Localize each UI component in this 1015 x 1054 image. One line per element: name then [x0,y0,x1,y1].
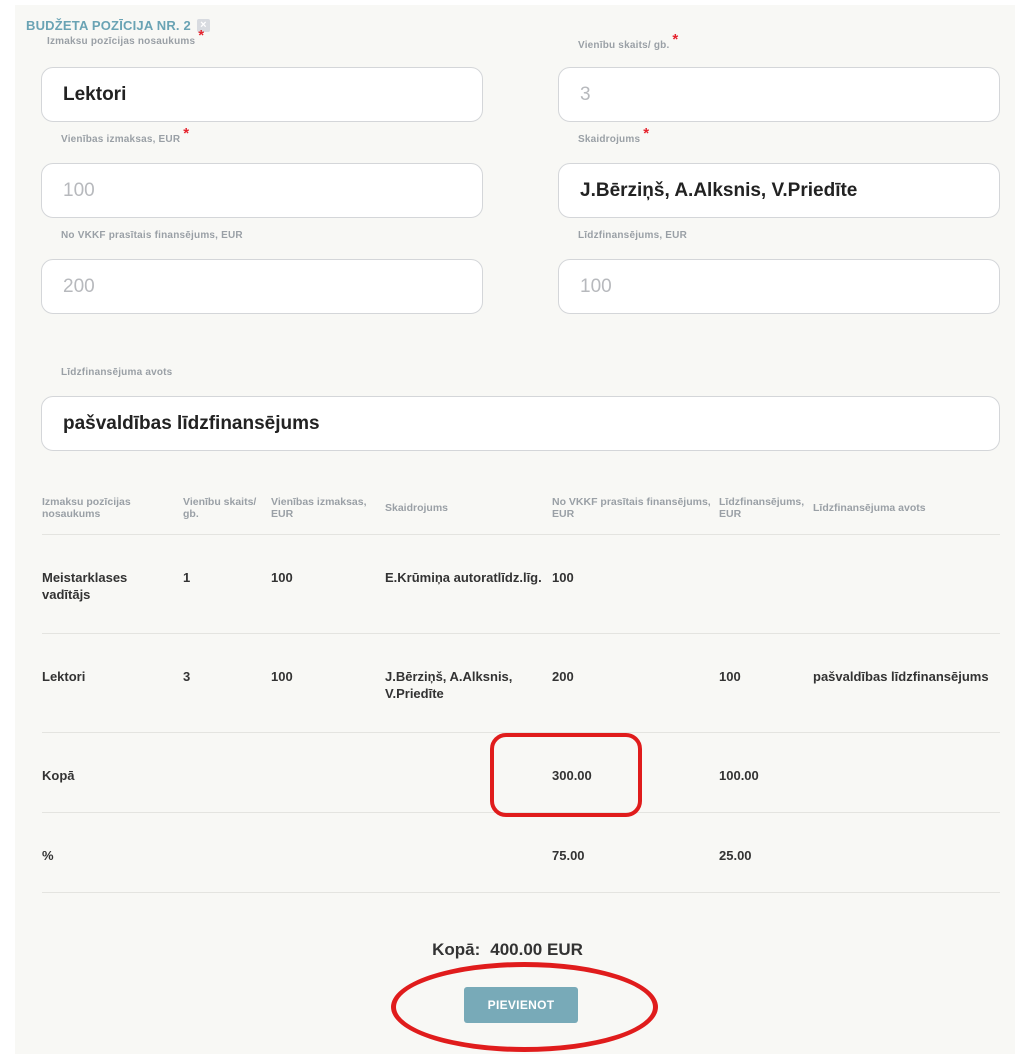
explanation-input[interactable]: J.Bērziņš, A.Alksnis, V.Priedīte [558,163,1000,218]
table-cell: 100 [271,534,385,634]
table-cell: J.Bērziņš, A.Alksnis, V.Priedīte [385,633,552,733]
table-cell: 75.00 [552,812,719,893]
item-name-label: Izmaksu pozīcijas nosaukums * [47,27,205,47]
table-cell: 1 [183,534,271,634]
header-item-name: Izmaksu pozīcijas nosaukums [42,482,183,535]
table-cell [385,812,552,893]
table-cell: 25.00 [719,812,813,893]
grand-total-value: 400.00 EUR [490,940,583,959]
header-vkkf-funding: No VKKF prasītais finansējums, EUR [552,482,719,535]
cofunding-label: Līdzfinansējums, EUR [578,230,688,241]
vkkf-funding-input[interactable]: 200 [41,259,483,314]
table-cell: 200 [552,633,719,733]
table-cell: pašvaldības līdzfinansējums [813,633,1000,733]
table-cell [271,812,385,893]
table-cell: Kopā [42,732,183,813]
highlight-rectangle [490,733,642,817]
table-row: Meistarklases vadītājs 1 100 E.Krūmiņa a… [42,534,1000,634]
header-cofunding-source: Līdzfinansējuma avots [813,482,1000,535]
unit-count-input[interactable]: 3 [558,67,1000,122]
table-cell [183,732,271,813]
budget-table: Izmaksu pozīcijas nosaukums Vienību skai… [42,482,1000,893]
cofunding-input[interactable]: 100 [558,259,1000,314]
table-cell [271,732,385,813]
grand-total-label: Kopā: [432,940,481,959]
unit-cost-input[interactable]: 100 [41,163,483,218]
table-cell [813,732,1000,813]
required-asterisk: * [643,125,650,142]
table-cell: Meistarklases vadītājs [42,534,183,634]
table-cell [719,534,813,634]
table-cell: 3 [183,633,271,733]
unit-cost-label: Vienības izmaksas, EUR * [61,125,190,145]
header-explanation: Skaidrojums [385,482,552,535]
explanation-label: Skaidrojums * [578,125,650,145]
table-cell: E.Krūmiņa autoratlīdz.līg. [385,534,552,634]
grand-total: Kopā: 400.00 EUR [0,940,1015,960]
table-cell: Lektori [42,633,183,733]
required-asterisk: * [183,125,190,142]
table-cell: % [42,812,183,893]
table-percent-row: % 75.00 25.00 [42,812,1000,893]
vkkf-funding-label: No VKKF prasītais finansējums, EUR [61,230,243,241]
table-cell: 100 [552,534,719,634]
table-cell: 100.00 [719,732,813,813]
item-name-input[interactable]: Lektori [41,67,483,122]
table-row: Lektori 3 100 J.Bērziņš, A.Alksnis, V.Pr… [42,633,1000,733]
header-cofunding: Līdzfinansējums, EUR [719,482,813,535]
highlight-ellipse [391,962,658,1052]
table-cell: 100 [719,633,813,733]
unit-count-label: Vienību skaits/ gb. * [578,31,679,51]
cofunding-source-input[interactable]: pašvaldības līdzfinansējums [41,396,1000,451]
required-asterisk: * [672,31,679,48]
table-header-row: Izmaksu pozīcijas nosaukums Vienību skai… [42,482,1000,535]
table-cell [813,534,1000,634]
cofunding-source-label: Līdzfinansējuma avots [61,367,173,378]
header-unit-cost: Vienības izmaksas, EUR [271,482,385,535]
table-cell [183,812,271,893]
table-cell [813,812,1000,893]
required-asterisk: * [198,27,205,44]
table-cell: 100 [271,633,385,733]
header-unit-count: Vienību skaits/ gb. [183,482,271,535]
